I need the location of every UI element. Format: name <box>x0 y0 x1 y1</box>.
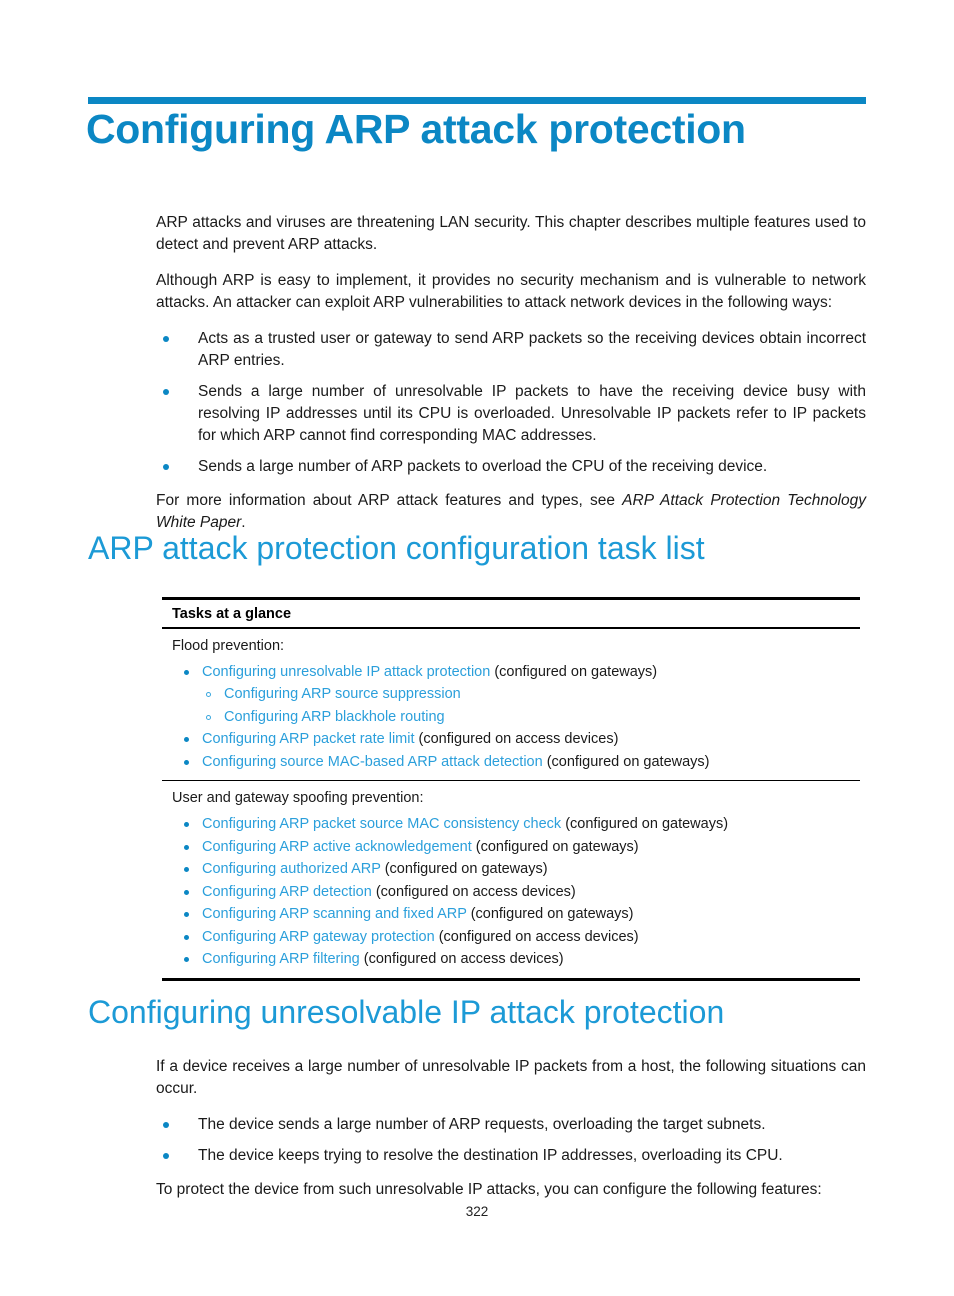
task-link[interactable]: Configuring unresolvable IP attack prote… <box>202 664 490 680</box>
tasks-at-a-glance-table: Tasks at a glance Flood prevention: Conf… <box>162 597 860 981</box>
intro-paragraph-2: Although ARP is easy to implement, it pr… <box>156 272 866 311</box>
task-group-label: Flood prevention: <box>172 638 285 654</box>
subtask-link[interactable]: Configuring ARP source suppression <box>224 686 461 702</box>
task-note: (configured on access devices) <box>359 951 564 968</box>
list-item[interactable]: Configuring ARP packet rate limit (confi… <box>172 728 850 750</box>
attack-ways-list: Acts as a trusted user or gateway to sen… <box>156 328 866 478</box>
list-item[interactable]: Configuring authorized ARP (configured o… <box>172 858 850 880</box>
task-note: (configured on gateways) <box>561 816 729 833</box>
task-link[interactable]: Configuring ARP detection <box>202 884 372 900</box>
task-note: (configured on gateways) <box>380 861 548 878</box>
closing-suffix-text: . <box>241 514 246 531</box>
list-item: Sends a large number of ARP packets to o… <box>156 456 866 478</box>
intro-closing-paragraph: For more information about ARP attack fe… <box>156 490 866 534</box>
intro-content-block: ARP attacks and viruses are threatening … <box>156 212 866 546</box>
list-item[interactable]: Configuring ARP packet source MAC consis… <box>172 813 850 835</box>
intro-paragraph-1: ARP attacks and viruses are threatening … <box>156 214 866 253</box>
task-note: (configured on gateways) <box>542 753 710 770</box>
task-note: (configured on access devices) <box>414 731 619 748</box>
list-item: The device sends a large number of ARP r… <box>156 1114 866 1136</box>
list-item[interactable]: Configuring ARP detection (configured on… <box>172 881 850 903</box>
list-item[interactable]: Configuring ARP gateway protection (conf… <box>172 926 850 948</box>
task-link[interactable]: Configuring ARP scanning and fixed ARP <box>202 906 467 922</box>
list-item[interactable]: Configuring ARP active acknowledgement (… <box>172 836 850 858</box>
section-heading-unresolvable-ip: Configuring unresolvable IP attack prote… <box>88 994 725 1030</box>
task-link[interactable]: Configuring ARP filtering <box>202 951 360 967</box>
task-link[interactable]: Configuring authorized ARP <box>202 861 381 877</box>
task-group-label: User and gateway spoofing prevention: <box>172 790 424 807</box>
list-item[interactable]: Configuring ARP blackhole routing <box>172 706 850 728</box>
task-link[interactable]: Configuring ARP gateway protection <box>202 929 435 945</box>
task-link[interactable]: Configuring ARP active acknowledgement <box>202 839 472 855</box>
table-column-header: Tasks at a glance <box>162 600 860 629</box>
task-note: (configured on gateways) <box>466 906 634 923</box>
task-link[interactable]: Configuring ARP packet rate limit <box>202 731 415 747</box>
subtask-list: Configuring ARP source suppression Confi… <box>172 683 850 728</box>
task-list: Configuring ARP packet source MAC consis… <box>172 813 850 970</box>
chapter-rule-divider <box>88 97 866 104</box>
task-note: (configured on gateways) <box>490 664 658 681</box>
task-group-spoofing-prevention: User and gateway spoofing prevention: Co… <box>162 780 860 977</box>
unresolvable-content-block: If a device receives a large number of u… <box>156 1056 866 1215</box>
list-item: The device keeps trying to resolve the d… <box>156 1145 866 1167</box>
task-list: Configuring unresolvable IP attack prote… <box>172 661 850 773</box>
unresolvable-paragraph-2: To protect the device from such unresolv… <box>156 1181 822 1198</box>
list-item: Acts as a trusted user or gateway to sen… <box>156 328 866 372</box>
chapter-title: Configuring ARP attack protection <box>86 106 746 152</box>
list-item[interactable]: Configuring ARP source suppression <box>172 683 850 705</box>
list-item[interactable]: Configuring source MAC-based ARP attack … <box>172 751 850 773</box>
task-link[interactable]: Configuring source MAC-based ARP attack … <box>202 754 543 770</box>
list-item: Sends a large number of unresolvable IP … <box>156 381 866 447</box>
page-number: 322 <box>465 1204 489 1219</box>
list-item[interactable]: Configuring ARP scanning and fixed ARP (… <box>172 903 850 925</box>
section-heading-task-list: ARP attack protection configuration task… <box>88 530 705 566</box>
document-page: Configuring ARP attack protection ARP at… <box>0 0 954 1296</box>
list-item[interactable]: Configuring unresolvable IP attack prote… <box>172 661 850 683</box>
closing-prefix-text: For more information about ARP attack fe… <box>156 492 623 509</box>
task-note: (configured on access devices) <box>434 928 639 945</box>
unresolvable-paragraph-1: If a device receives a large number of u… <box>156 1058 866 1097</box>
subtask-link[interactable]: Configuring ARP blackhole routing <box>224 709 445 725</box>
task-note: (configured on gateways) <box>471 838 639 855</box>
task-note: (configured on access devices) <box>371 883 576 900</box>
unresolvable-situations-list: The device sends a large number of ARP r… <box>156 1114 866 1167</box>
task-group-flood-prevention: Flood prevention: Configuring unresolvab… <box>162 629 860 780</box>
list-item[interactable]: Configuring ARP filtering (configured on… <box>172 948 850 970</box>
task-link[interactable]: Configuring ARP packet source MAC consis… <box>202 816 561 832</box>
